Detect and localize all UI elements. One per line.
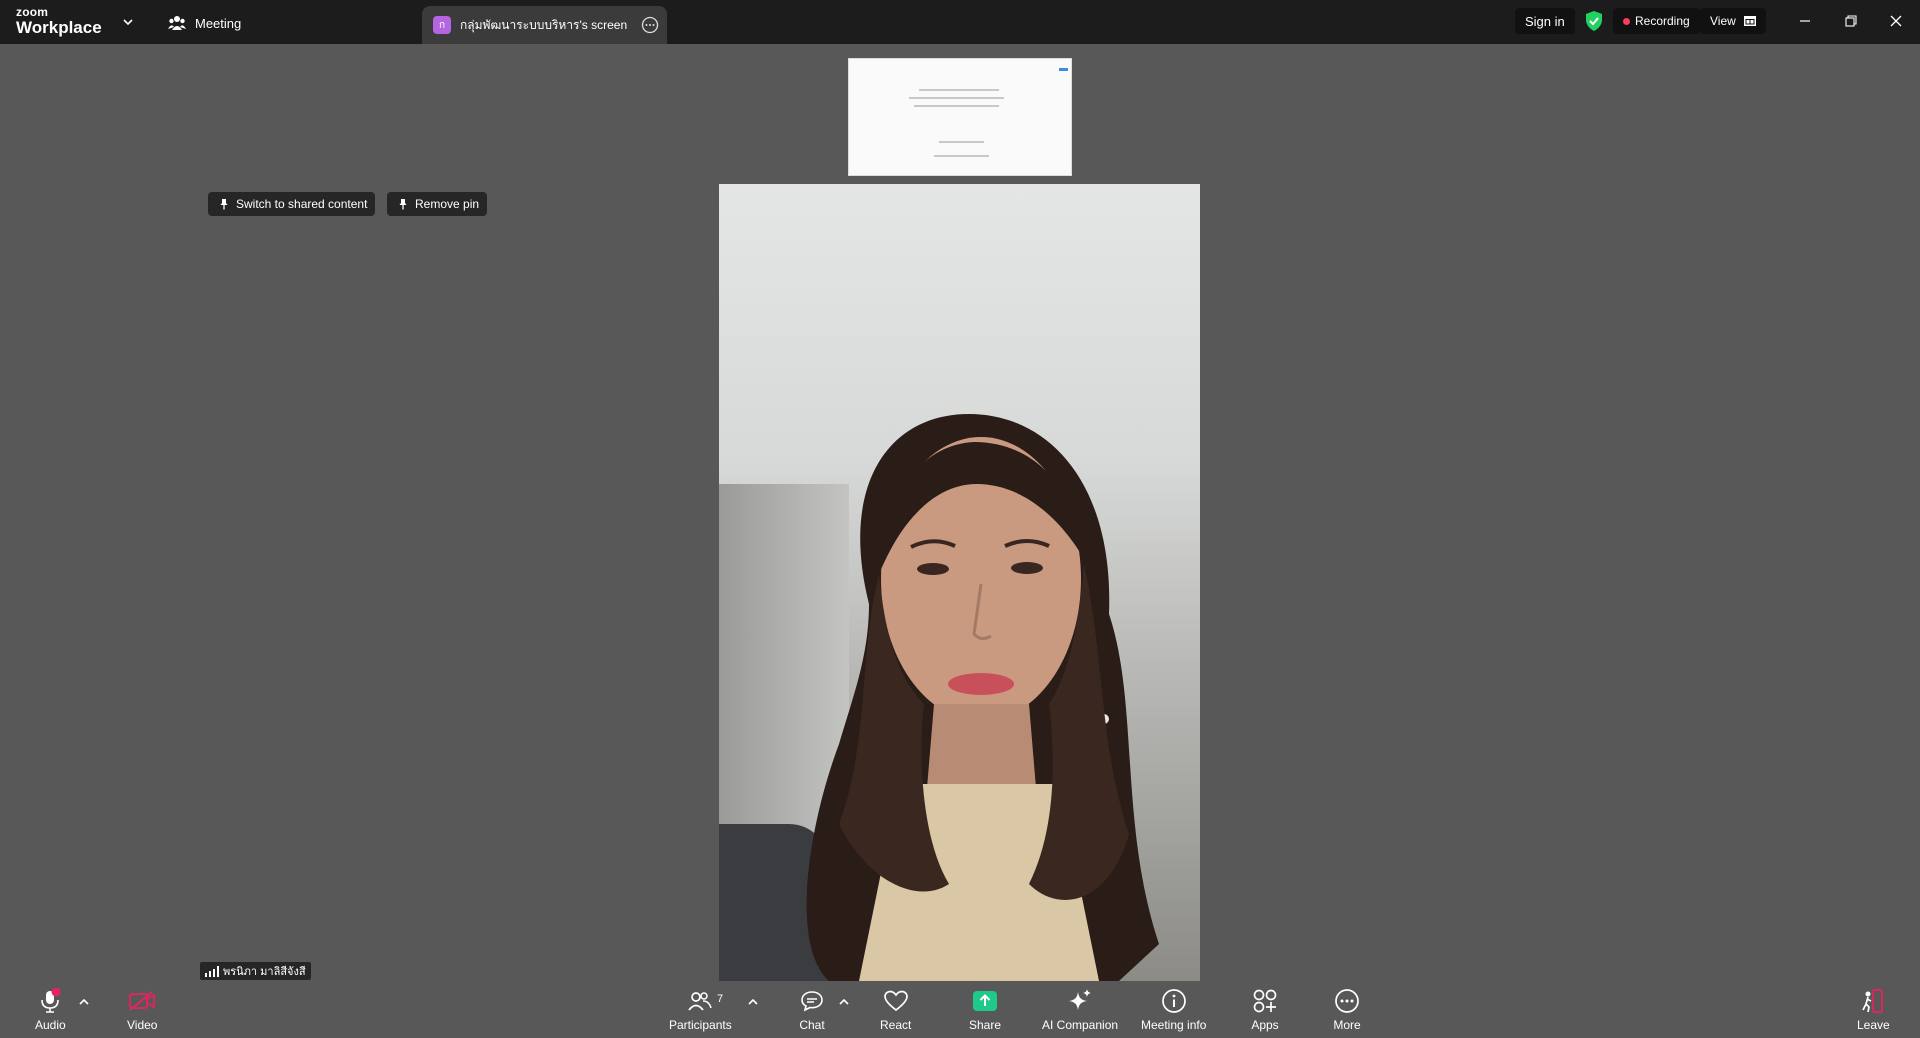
participants-count: 7 (717, 993, 724, 1005)
share-tab-badge: ก (433, 16, 451, 34)
share-tab-label: กลุ่มพัฒนาระบบบริหาร's screen (460, 17, 628, 32)
participants-label: Participants (669, 1018, 732, 1032)
recording-dot (1623, 17, 1630, 25)
recording-label: Recording (1635, 14, 1690, 28)
audio-button[interactable]: Audio (35, 987, 66, 1035)
minimize-button[interactable] (1794, 10, 1816, 32)
participant-video[interactable] (719, 184, 1200, 981)
shared-screen-thumbnail[interactable] (848, 58, 1072, 176)
participants-options-caret-icon[interactable] (746, 995, 760, 1009)
sparkle-icon (1069, 989, 1092, 1010)
apps-icon (1253, 989, 1277, 1013)
remove-pin-label: Remove pin (415, 197, 480, 211)
participant-name: พรนิภา มาลิสีจังสี (223, 966, 306, 978)
thumbnail-text-line (934, 155, 989, 157)
leave-icon (1862, 989, 1884, 1013)
chat-icon (801, 991, 823, 1012)
view-label: View (1710, 14, 1736, 28)
people-icon (168, 16, 186, 30)
thumbnail-text-line (939, 141, 984, 143)
more-icon[interactable] (641, 16, 659, 34)
remove-pin-button[interactable]: Remove pin (387, 192, 488, 216)
apps-label: Apps (1251, 1018, 1279, 1032)
pin-icon (220, 199, 228, 210)
zoom-workplace-logo[interactable]: zoom Workplace (16, 6, 102, 36)
participants-icon (688, 992, 713, 1011)
video-button[interactable]: Video (127, 987, 157, 1035)
chat-button[interactable]: Chat (797, 987, 827, 1035)
signal-icon (205, 965, 219, 977)
react-button[interactable]: React (880, 987, 911, 1035)
thumbnail-text-line (909, 97, 1004, 99)
meeting-info-label: Meeting info (1141, 1018, 1207, 1032)
share-label: Share (969, 1018, 1002, 1032)
video-off-icon (129, 991, 156, 1011)
meeting-tab-label: Meeting (195, 15, 242, 31)
chat-options-caret-icon[interactable] (837, 995, 851, 1009)
more-button[interactable]: More (1332, 987, 1362, 1035)
close-button[interactable] (1885, 10, 1907, 32)
participant-name-tag: พรนิภา มาลิสีจังสี (200, 962, 311, 980)
layout-icon (1743, 16, 1756, 26)
apps-button[interactable]: Apps (1250, 987, 1280, 1035)
chevron-down-icon[interactable] (120, 14, 136, 30)
title-bar: zoom Workplace Meeting ก กลุ่มพัฒนาระบบบ… (0, 0, 1920, 44)
thumbnail-accent (1059, 68, 1068, 71)
minimize-icon (1800, 20, 1810, 22)
recording-indicator[interactable]: Recording (1613, 8, 1700, 34)
leave-button[interactable]: Leave (1857, 987, 1890, 1035)
restore-icon (1845, 15, 1857, 27)
info-icon (1161, 989, 1186, 1013)
meeting-tab[interactable]: Meeting (168, 12, 241, 34)
pin-icon (399, 199, 407, 210)
thumbnail-text-line (919, 89, 999, 91)
audio-options-caret-icon[interactable] (77, 995, 91, 1009)
more-icon (1335, 989, 1359, 1013)
share-button[interactable]: Share (969, 987, 1001, 1035)
react-label: React (880, 1018, 912, 1032)
thumbnail-text-line (914, 105, 999, 107)
close-icon (1890, 15, 1902, 27)
more-label: More (1333, 1018, 1361, 1032)
video-label: Video (127, 1018, 158, 1032)
ai-companion-label: AI Companion (1042, 1018, 1119, 1032)
participant-portrait (806, 414, 1159, 981)
view-button[interactable]: View (1700, 8, 1766, 34)
switch-label: Switch to shared content (236, 197, 368, 211)
restore-button[interactable] (1840, 10, 1862, 32)
leave-label: Leave (1857, 1018, 1890, 1032)
microphone-icon (41, 988, 61, 1013)
shield-check-icon[interactable] (1584, 10, 1604, 32)
shared-screen-tab[interactable]: ก กลุ่มพัฒนาระบบบริหาร's screen (422, 6, 667, 44)
ai-companion-button[interactable]: AI Companion (1042, 987, 1118, 1035)
sign-in-button[interactable]: Sign in (1515, 8, 1575, 34)
switch-to-shared-content-button[interactable]: Switch to shared content (208, 192, 376, 216)
chat-label: Chat (799, 1018, 825, 1032)
logo-zoom-text: zoom (16, 5, 49, 19)
share-arrow-icon (973, 991, 998, 1011)
meeting-info-button[interactable]: Meeting info (1141, 987, 1206, 1035)
logo-workplace-text: Workplace (16, 18, 102, 37)
audio-label: Audio (35, 1018, 66, 1032)
heart-icon (883, 990, 908, 1012)
